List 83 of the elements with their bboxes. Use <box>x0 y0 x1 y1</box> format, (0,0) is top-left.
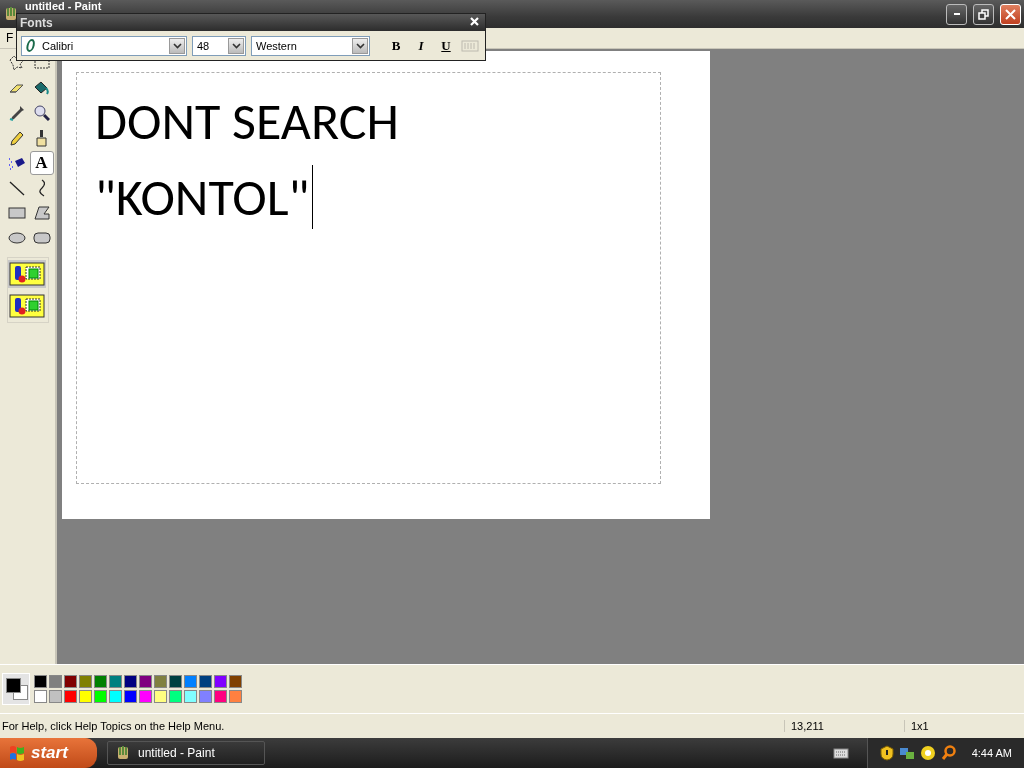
close-icon <box>1005 8 1016 20</box>
text-tool-button[interactable]: A <box>29 151 54 175</box>
color-swatch[interactable] <box>214 690 227 703</box>
taskbar-button[interactable]: untitled - Paint <box>107 741 265 765</box>
clock: 4:44 AM <box>971 747 1012 759</box>
color-swatch[interactable] <box>49 690 62 703</box>
eraser-icon <box>9 83 24 93</box>
color-swatch[interactable] <box>184 690 197 703</box>
menu-item[interactable]: F <box>0 31 20 45</box>
color-swatch[interactable] <box>139 675 152 688</box>
color-swatch[interactable] <box>199 675 212 688</box>
color-swatch[interactable] <box>229 675 242 688</box>
curve-icon <box>38 179 45 197</box>
network-icon[interactable] <box>898 745 915 761</box>
paint-bucket-icon <box>34 81 49 95</box>
color-swatch[interactable] <box>169 690 182 703</box>
color-swatch[interactable] <box>49 675 62 688</box>
paintbrush-icon <box>36 129 47 147</box>
selection-size: 1x1 <box>904 720 1024 732</box>
color-swatch[interactable] <box>154 675 167 688</box>
color-swatch[interactable] <box>94 690 107 703</box>
transparency-option[interactable] <box>7 260 46 288</box>
color-swatch[interactable] <box>64 690 77 703</box>
color-swatch[interactable] <box>124 675 137 688</box>
color-swatch[interactable] <box>184 675 197 688</box>
font-dropdown[interactable]: Calibri <box>21 35 187 56</box>
color-swatch[interactable] <box>214 675 227 688</box>
transparent-mode-icon <box>8 293 45 319</box>
field-value: Calibri <box>42 39 74 52</box>
line-icon <box>8 180 25 196</box>
restore-button[interactable] <box>973 3 994 25</box>
minimize-button[interactable] <box>946 3 967 25</box>
color-swatch[interactable] <box>124 690 137 703</box>
start-button[interactable]: start <box>0 738 97 768</box>
size-dropdown[interactable]: 48 <box>192 35 246 56</box>
close-button[interactable] <box>1000 3 1021 25</box>
rectangle-icon <box>7 207 26 219</box>
polygon-icon <box>33 206 50 220</box>
keyboard-icon[interactable] <box>832 747 849 759</box>
color-swatch[interactable] <box>109 690 122 703</box>
color-swatch[interactable] <box>154 690 167 703</box>
windows-logo-icon <box>8 744 26 762</box>
opaque-mode-icon <box>8 261 45 287</box>
airbrush-icon <box>7 156 26 170</box>
field-value: 48 <box>197 39 210 52</box>
text-cursor <box>312 165 314 229</box>
color-swatch[interactable] <box>79 690 92 703</box>
canvas-text: "KONTOL" <box>95 164 310 231</box>
script-dropdown[interactable]: Western <box>251 35 370 56</box>
freeform-select-icon <box>9 55 24 71</box>
color-swatch[interactable] <box>139 690 152 703</box>
cursor-position: 13,211 <box>784 720 904 732</box>
status-text: For Help, click Help Topics on the Help Menu. <box>1 720 226 732</box>
ellipse-icon <box>7 232 26 244</box>
font-type-icon <box>26 39 36 52</box>
magnifier-icon <box>33 105 50 121</box>
pencil-icon <box>9 130 24 146</box>
minimize-icon <box>953 13 960 15</box>
paint-app-icon <box>116 745 130 761</box>
color-swatch[interactable] <box>199 690 212 703</box>
color-swatch[interactable] <box>169 675 182 688</box>
color-swatch[interactable] <box>94 675 107 688</box>
toolbar-title: Fonts <box>20 15 53 30</box>
underline-button[interactable]: U <box>436 35 456 56</box>
color-swatch[interactable] <box>229 690 242 703</box>
color-swatch[interactable] <box>34 675 47 688</box>
restore-icon <box>978 8 989 20</box>
transparency-option[interactable] <box>7 292 46 320</box>
eyedropper-icon <box>8 105 25 121</box>
shield-icon[interactable] <box>879 745 894 761</box>
color-swatch[interactable] <box>109 675 122 688</box>
disc-icon[interactable] <box>919 745 936 761</box>
color-swatch[interactable] <box>64 675 77 688</box>
field-value: Western <box>256 39 297 52</box>
paint-app-icon <box>3 6 19 22</box>
search-icon[interactable] <box>940 745 957 761</box>
canvas-text: DONT SEARCH <box>95 88 399 155</box>
color-swatch[interactable] <box>34 690 47 703</box>
italic-button[interactable]: I <box>411 35 431 56</box>
window-title: untitled - Paint <box>25 0 103 12</box>
rounded-rectangle-icon <box>32 232 51 244</box>
color-swatch[interactable] <box>79 675 92 688</box>
bold-button[interactable]: B <box>386 35 406 56</box>
